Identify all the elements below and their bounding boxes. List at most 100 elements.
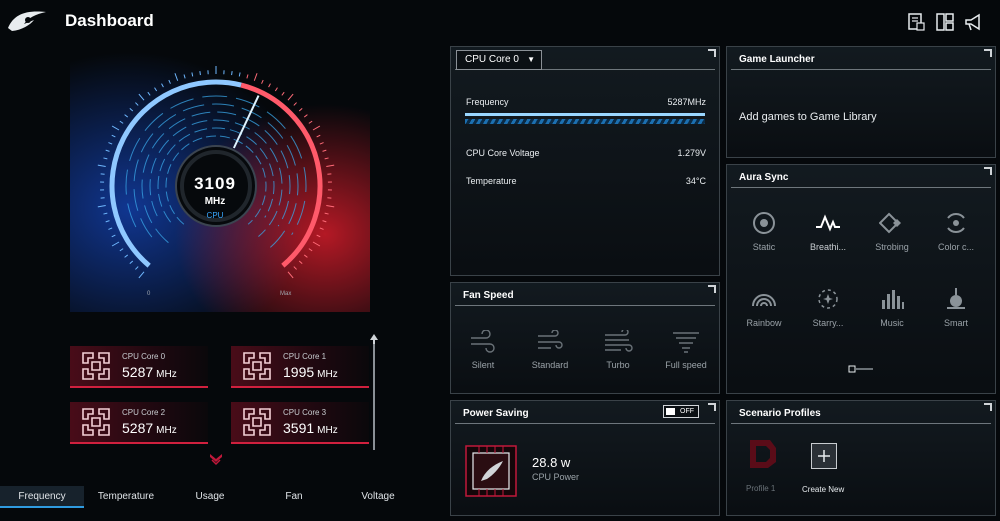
core-card-2[interactable]: CPU Core 2 5287 MHz bbox=[70, 402, 208, 444]
temperature-label: Temperature bbox=[466, 176, 517, 186]
tab-frequency[interactable]: Frequency bbox=[0, 486, 84, 508]
fan-mode-label: Turbo bbox=[606, 360, 630, 370]
power-saving-toggle[interactable]: OFF bbox=[663, 405, 699, 418]
aura-sync-title: Aura Sync bbox=[731, 167, 992, 188]
fan-mode-full-speed[interactable]: Full speed bbox=[654, 330, 718, 370]
gauge-unit: MHz bbox=[204, 196, 226, 207]
aura-effect-rainbow[interactable]: Rainbow bbox=[734, 286, 794, 328]
rainbow-icon bbox=[752, 294, 776, 307]
core-unit: MHz bbox=[156, 425, 177, 436]
profile-label: Profile 1 bbox=[746, 484, 776, 493]
chip-icon bbox=[82, 352, 110, 380]
gauge-value: 3109 bbox=[194, 174, 236, 193]
core-select-dropdown[interactable]: CPU Core 0 ▼ bbox=[456, 50, 542, 70]
core-value: 5287 bbox=[122, 420, 154, 436]
voltage-value: 1.279V bbox=[677, 148, 706, 158]
metric-tabs: Frequency Temperature Usage Fan Voltage bbox=[0, 486, 420, 508]
tab-temperature[interactable]: Temperature bbox=[84, 486, 168, 508]
scenario-profiles-title: Scenario Profiles bbox=[731, 403, 992, 424]
chip-icon bbox=[243, 408, 271, 436]
profile-icon[interactable] bbox=[748, 438, 778, 470]
page-title: Dashboard bbox=[65, 11, 154, 30]
aura-effect-label: Rainbow bbox=[746, 318, 782, 328]
chip-icon bbox=[243, 352, 271, 380]
create-profile-label: Create New bbox=[802, 485, 845, 494]
fan-mode-turbo[interactable]: Turbo bbox=[586, 330, 650, 370]
game-launcher-title: Game Launcher bbox=[731, 49, 992, 70]
aura-effect-music[interactable]: Music bbox=[862, 286, 922, 328]
aura-effect-strobing[interactable]: Strobing bbox=[862, 210, 922, 252]
fan-mode-label: Standard bbox=[531, 360, 569, 370]
wind-icon bbox=[605, 330, 633, 352]
core-unit: MHz bbox=[317, 369, 338, 380]
breathing-icon bbox=[816, 214, 840, 232]
tornado-icon bbox=[673, 332, 699, 353]
gauge-min-label: 0 bbox=[147, 291, 151, 297]
core-unit: MHz bbox=[317, 425, 338, 436]
voltage-label: CPU Core Voltage bbox=[466, 148, 540, 158]
frequency-label: Frequency bbox=[466, 97, 509, 107]
frequency-value: 5287MHz bbox=[667, 97, 706, 107]
tab-usage[interactable]: Usage bbox=[168, 486, 252, 508]
aura-effect-label: Breathi... bbox=[809, 242, 847, 252]
gauge-label: CPU bbox=[206, 211, 224, 220]
aura-sync-panel: Aura Sync bbox=[726, 164, 996, 394]
report-icon[interactable] bbox=[906, 12, 926, 32]
fan-mode-label: Silent bbox=[471, 360, 495, 370]
frequency-bar bbox=[465, 113, 705, 125]
game-launcher-panel: Game Launcher bbox=[726, 46, 996, 158]
cpu-panel bbox=[450, 46, 720, 276]
aura-effect-label: Smart bbox=[943, 318, 968, 328]
layout-icon[interactable] bbox=[935, 12, 955, 32]
aura-effect-label: Strobing bbox=[875, 242, 909, 252]
chevron-down-icon[interactable] bbox=[208, 452, 224, 466]
starry-icon bbox=[818, 289, 838, 309]
color-cycle-icon bbox=[947, 213, 965, 233]
core-card-1[interactable]: CPU Core 1 1995 MHz bbox=[231, 346, 369, 388]
music-icon bbox=[882, 290, 904, 309]
tab-fan[interactable]: Fan bbox=[252, 486, 336, 508]
aura-effect-static[interactable]: Static bbox=[734, 210, 794, 252]
smart-icon bbox=[947, 288, 965, 309]
chip-icon bbox=[82, 408, 110, 436]
page-indicator[interactable] bbox=[848, 365, 874, 373]
core-value: 1995 bbox=[283, 364, 315, 380]
rog-logo-icon bbox=[8, 11, 46, 31]
scrollbar-track[interactable] bbox=[373, 344, 375, 450]
cpu-power-icon bbox=[465, 445, 517, 497]
game-launcher-message[interactable]: Add games to Game Library bbox=[739, 111, 877, 123]
core-value: 5287 bbox=[122, 364, 154, 380]
fan-mode-silent[interactable]: Silent bbox=[451, 330, 515, 370]
tab-voltage[interactable]: Voltage bbox=[336, 486, 420, 508]
core-name: CPU Core 0 bbox=[122, 352, 166, 361]
aura-effect-starry[interactable]: Starry... bbox=[798, 286, 858, 328]
aura-effect-smart[interactable]: Smart bbox=[926, 286, 986, 328]
aura-effect-label: Color c... bbox=[937, 242, 974, 252]
core-name: CPU Core 2 bbox=[122, 408, 166, 417]
strobing-icon bbox=[879, 212, 901, 234]
plus-icon bbox=[818, 450, 830, 462]
aura-effect-label: Music bbox=[880, 318, 904, 328]
wind-icon bbox=[538, 330, 563, 349]
fan-mode-label: Full speed bbox=[665, 360, 707, 370]
fan-mode-standard[interactable]: Standard bbox=[518, 330, 582, 370]
caret-down-icon: ▼ bbox=[527, 55, 535, 64]
aura-effect-label: Starry... bbox=[812, 318, 844, 328]
core-card-0[interactable]: CPU Core 0 5287 MHz bbox=[70, 346, 208, 388]
gauge-tick bbox=[199, 71, 201, 76]
cpu-power-value: 28.8 w bbox=[532, 455, 571, 470]
app-header: Dashboard bbox=[0, 0, 1000, 44]
gauge-tick bbox=[231, 71, 233, 76]
core-name: CPU Core 1 bbox=[283, 352, 327, 361]
temperature-value: 34°C bbox=[685, 176, 706, 186]
create-profile-button[interactable] bbox=[811, 443, 837, 469]
static-icon bbox=[753, 212, 775, 234]
core-select-value: CPU Core 0 bbox=[465, 54, 519, 65]
aura-effect-breathing[interactable]: Breathi... bbox=[798, 210, 858, 252]
aura-effect-label: Static bbox=[752, 242, 776, 252]
core-card-3[interactable]: CPU Core 3 3591 MHz bbox=[231, 402, 369, 444]
announcement-icon[interactable] bbox=[964, 12, 984, 32]
aura-effect-color-cycle[interactable]: Color c... bbox=[926, 210, 986, 252]
gauge-max-label: Max bbox=[280, 291, 292, 297]
core-unit: MHz bbox=[156, 369, 177, 380]
